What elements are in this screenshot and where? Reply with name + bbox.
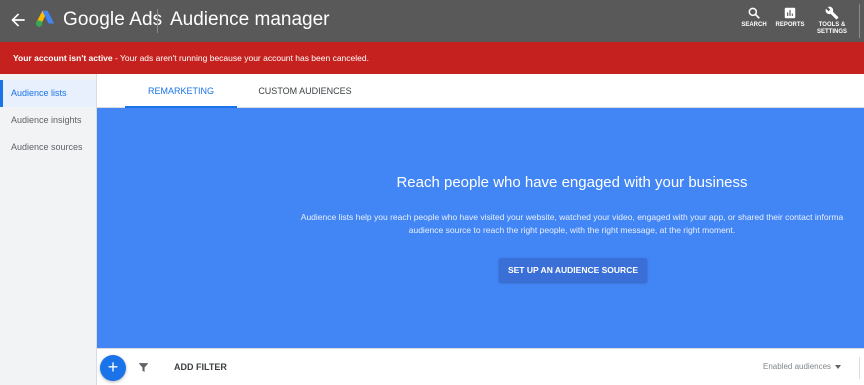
header-divider: [157, 9, 158, 33]
hero-description-line1: Audience lists help you reach people who…: [300, 212, 844, 222]
search-icon: [748, 7, 760, 19]
alert-text: - Your ads aren't running because your a…: [112, 53, 369, 63]
reports-label: REPORTS: [775, 22, 805, 28]
back-arrow-icon[interactable]: [8, 10, 28, 30]
search-button[interactable]: SEARCH: [739, 6, 769, 29]
hero-description-line2: audience source to reach the right peopl…: [408, 225, 736, 235]
add-filter-button[interactable]: ADD FILTER: [174, 362, 227, 372]
settings-label-line1: TOOLS &: [818, 22, 846, 28]
alert-strong-text: Your account isn't active: [13, 53, 113, 63]
remarketing-hero: Reach people who have engaged with your …: [97, 108, 864, 348]
status-filter-dropdown[interactable]: Enabled audiences: [763, 362, 842, 371]
page-title: Audience manager: [170, 9, 330, 30]
add-audience-button[interactable]: +: [100, 355, 126, 381]
topbar-edge-divider: [859, 4, 860, 38]
status-filter-value: Enabled audiences: [763, 362, 832, 371]
wrench-icon: [825, 6, 839, 20]
tools-settings-button[interactable]: TOOLS & SETTINGS: [815, 6, 849, 36]
top-bar: Google Ads Audience manager SEARCH REPOR…: [0, 0, 864, 42]
search-label: SEARCH: [741, 22, 767, 28]
sidebar-item-audience-sources[interactable]: Audience sources: [0, 134, 96, 161]
reports-icon: [784, 7, 796, 19]
filter-icon[interactable]: [137, 361, 150, 374]
google-ads-logo-icon[interactable]: [34, 9, 56, 29]
setup-audience-source-button[interactable]: SET UP AN AUDIENCE SOURCE: [499, 258, 647, 282]
account-inactive-alert: Your account isn't active - Your ads are…: [0, 42, 864, 74]
tab-remarketing[interactable]: REMARKETING: [125, 74, 237, 108]
tab-custom-audiences[interactable]: CUSTOM AUDIENCES: [243, 74, 367, 108]
chevron-down-icon: [835, 364, 842, 369]
tab-bar: REMARKETING CUSTOM AUDIENCES: [97, 74, 864, 108]
hero-title: Reach people who have engaged with your …: [396, 174, 748, 191]
reports-button[interactable]: REPORTS: [775, 6, 805, 29]
sidebar-item-audience-lists[interactable]: Audience lists: [0, 80, 96, 107]
sidebar: Audience lists Audience insights Audienc…: [0, 74, 97, 385]
settings-label-line2: SETTINGS: [816, 29, 847, 35]
brand-name: Google Ads: [63, 9, 163, 30]
filter-bar: + ADD FILTER Enabled audiences: [97, 348, 864, 385]
sidebar-item-audience-insights[interactable]: Audience insights: [0, 107, 96, 134]
hero-description: Audience lists help you reach people who…: [97, 211, 864, 237]
filterbar-edge-divider: [859, 357, 860, 379]
